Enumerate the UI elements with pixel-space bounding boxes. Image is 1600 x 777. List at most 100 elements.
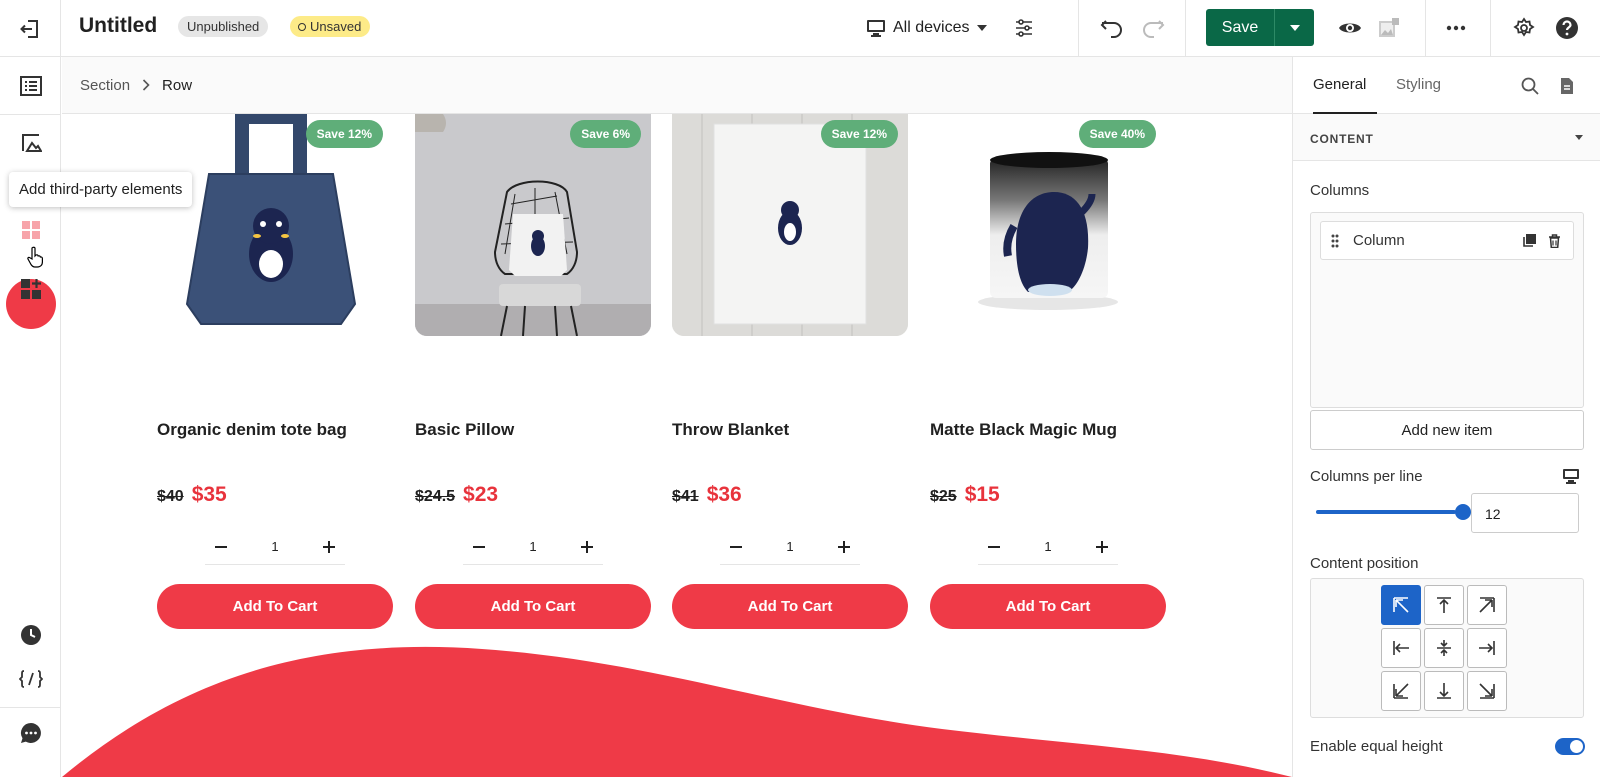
- plus-icon[interactable]: [322, 540, 335, 553]
- arrow-up-icon: [1435, 596, 1453, 614]
- list-item[interactable]: Column: [1320, 221, 1574, 260]
- position-middle-right[interactable]: [1467, 628, 1507, 668]
- help-button[interactable]: [1551, 12, 1583, 44]
- layers-button[interactable]: [19, 74, 43, 98]
- plus-icon[interactable]: [1095, 540, 1108, 553]
- product-image[interactable]: Save 12%: [157, 114, 393, 336]
- duplicate-icon[interactable]: [1522, 233, 1536, 248]
- product-name[interactable]: Basic Pillow: [415, 420, 514, 440]
- add-to-cart-button[interactable]: Add To Cart: [930, 584, 1166, 629]
- device-selector[interactable]: All devices: [866, 14, 988, 42]
- position-top-left[interactable]: [1381, 585, 1421, 625]
- redo-icon: [1141, 17, 1165, 39]
- add-to-cart-button[interactable]: Add To Cart: [672, 584, 908, 629]
- position-bottom-right[interactable]: [1467, 671, 1507, 711]
- quantity-value[interactable]: 1: [529, 539, 536, 554]
- trash-icon[interactable]: [1548, 233, 1561, 248]
- document-button[interactable]: [1555, 74, 1579, 98]
- divider: [1078, 0, 1079, 57]
- image-elements-icon: [20, 132, 42, 154]
- columns-slider-track[interactable]: [1316, 510, 1456, 514]
- product-image[interactable]: Save 6%: [415, 114, 651, 336]
- add-widget-icon: [20, 278, 42, 300]
- quantity-value[interactable]: 1: [1044, 539, 1051, 554]
- preview-button[interactable]: [1334, 12, 1366, 44]
- drag-handle-icon[interactable]: [1331, 234, 1339, 248]
- product-name[interactable]: Matte Black Magic Mug: [930, 420, 1117, 440]
- help-icon: [1555, 16, 1579, 40]
- tab-general[interactable]: General: [1313, 76, 1366, 93]
- left-sidebar: [0, 57, 61, 777]
- unsaved-dot-icon: [298, 23, 306, 31]
- columns-slider-handle[interactable]: [1455, 504, 1471, 520]
- caret-down-icon: [1574, 134, 1584, 141]
- add-to-cart-button[interactable]: Add To Cart: [415, 584, 651, 629]
- add-widget-button[interactable]: [19, 277, 43, 301]
- page-settings-button[interactable]: [1508, 12, 1540, 44]
- save-options-button[interactable]: [1275, 9, 1314, 46]
- elements-button[interactable]: [19, 131, 43, 155]
- discount-badge: Save 12%: [820, 120, 898, 148]
- position-top-right[interactable]: [1467, 585, 1507, 625]
- discount-badge: Save 12%: [305, 120, 383, 148]
- code-icon: [19, 669, 43, 689]
- add-to-cart-button[interactable]: Add To Cart: [157, 584, 393, 629]
- quantity-stepper: 1: [463, 529, 603, 565]
- product-image[interactable]: Save 12%: [672, 114, 908, 336]
- tab-styling[interactable]: Styling: [1396, 76, 1441, 93]
- minus-icon[interactable]: [473, 545, 485, 548]
- position-middle-left[interactable]: [1381, 628, 1421, 668]
- desktop-icon[interactable]: [1563, 469, 1579, 484]
- save-button[interactable]: Save: [1206, 9, 1275, 46]
- sale-price: $23: [463, 483, 499, 506]
- position-top-center[interactable]: [1424, 585, 1464, 625]
- more-horizontal-icon: [1446, 25, 1466, 31]
- code-button[interactable]: [19, 667, 43, 691]
- product-name[interactable]: Throw Blanket: [672, 420, 789, 440]
- columns-label: Columns: [1310, 182, 1370, 199]
- more-options-button[interactable]: [1440, 12, 1472, 44]
- product-name[interactable]: Organic denim tote bag: [157, 420, 347, 440]
- chat-button[interactable]: [19, 721, 43, 745]
- columns-per-line-input[interactable]: 12: [1471, 493, 1579, 533]
- position-center[interactable]: [1424, 628, 1464, 668]
- product-image[interactable]: Save 40%: [930, 114, 1166, 336]
- discount-badge: Save 6%: [570, 120, 641, 148]
- position-bottom-left[interactable]: [1381, 671, 1421, 711]
- exit-button[interactable]: [0, 0, 61, 57]
- product-card: Save 12% Throw Blanket $41 $36 1 Add To …: [672, 114, 908, 629]
- position-bottom-center[interactable]: [1424, 671, 1464, 711]
- redo-button[interactable]: [1137, 12, 1169, 44]
- product-prices: $25 $15: [930, 483, 1000, 507]
- third-party-button[interactable]: [19, 218, 43, 242]
- plus-icon[interactable]: [580, 540, 593, 553]
- plus-icon[interactable]: [837, 540, 850, 553]
- product-card: Save 6% Basic Pillow $24.5 $23 1 Add To …: [415, 114, 651, 629]
- equal-height-label: Enable equal height: [1310, 738, 1443, 755]
- quantity-stepper: 1: [978, 529, 1118, 565]
- breadcrumb-section[interactable]: Section: [80, 77, 130, 94]
- minus-icon[interactable]: [988, 545, 1000, 548]
- product-card: Save 40% Matte Black Magic Mug $25 $15 1…: [930, 114, 1166, 629]
- add-new-item-button[interactable]: Add new item: [1310, 410, 1584, 450]
- content-section-header[interactable]: CONTENT: [1293, 114, 1600, 161]
- settings-sliders-button[interactable]: [1008, 12, 1040, 44]
- minus-icon[interactable]: [730, 545, 742, 548]
- breadcrumb-row[interactable]: Row: [162, 77, 192, 94]
- equal-height-toggle[interactable]: [1555, 738, 1585, 755]
- undo-button[interactable]: [1096, 12, 1128, 44]
- quantity-value[interactable]: 1: [786, 539, 793, 554]
- chevron-right-icon: [142, 79, 150, 91]
- minus-icon[interactable]: [215, 545, 227, 548]
- eye-icon: [1338, 20, 1362, 36]
- arrow-right-icon: [1478, 639, 1496, 657]
- quantity-value[interactable]: 1: [271, 539, 278, 554]
- publish-preview-button[interactable]: [1373, 12, 1405, 44]
- arrow-up-left-icon: [1392, 596, 1410, 614]
- center-icon: [1435, 639, 1453, 657]
- content-position-grid: [1310, 578, 1584, 718]
- editor-canvas: Section Row Save 12% Organic denim tote …: [62, 57, 1292, 777]
- history-button[interactable]: [19, 623, 43, 647]
- search-button[interactable]: [1518, 74, 1542, 98]
- divider: [0, 114, 61, 115]
